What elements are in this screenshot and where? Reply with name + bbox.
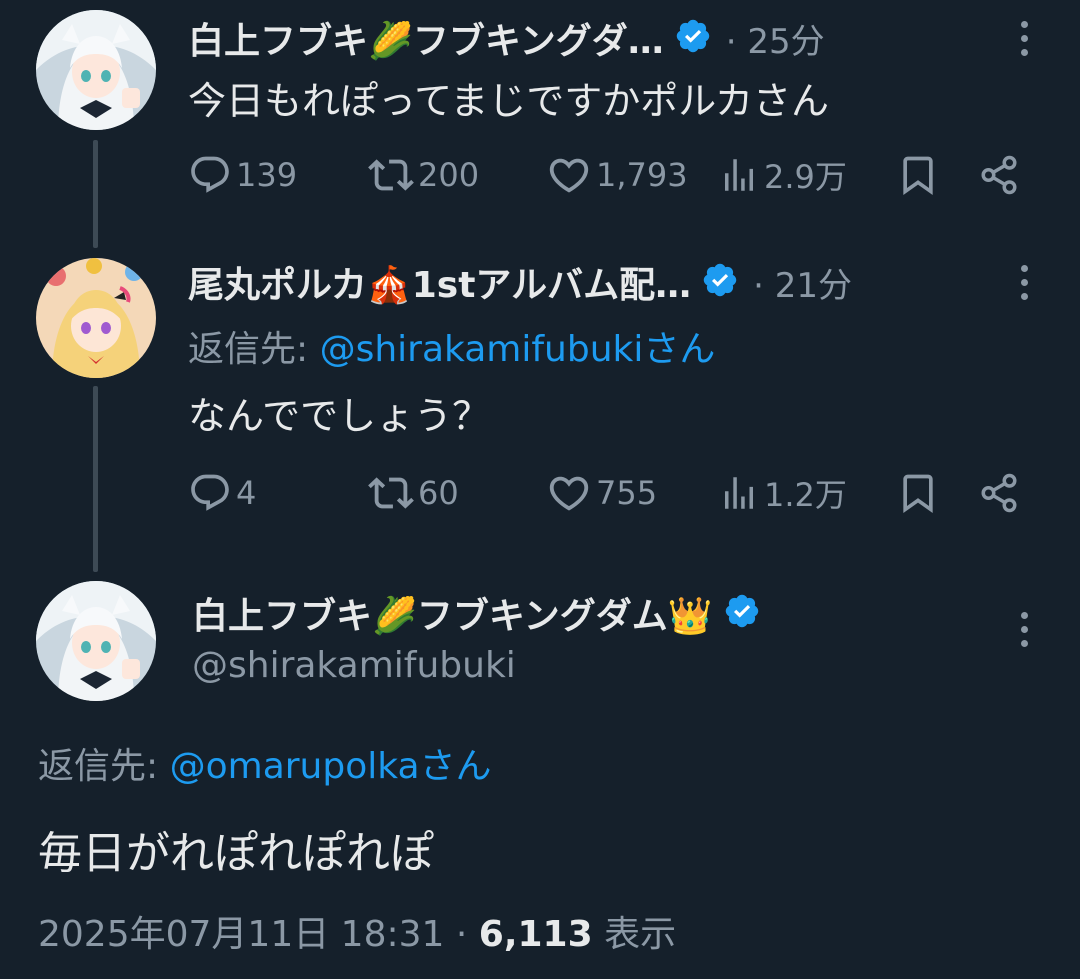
- thread-line: [93, 140, 98, 248]
- reply-count: 4: [236, 474, 257, 512]
- share-icon: [978, 472, 1020, 514]
- reply-to-label: 返信先:: [188, 329, 309, 370]
- bookmark-button[interactable]: [896, 468, 944, 518]
- retweet-count: 200: [418, 156, 480, 194]
- tweet-datetime[interactable]: 2025年07月11日 18:31: [38, 914, 444, 955]
- bookmark-button[interactable]: [896, 150, 944, 200]
- author-name[interactable]: 白上フブキ🌽フブキングダ…: [188, 12, 664, 64]
- action-bar: 4 60 755 1.2万: [188, 468, 1038, 518]
- time-value: 21分: [774, 265, 852, 306]
- like-count: 755: [596, 474, 658, 512]
- action-bar: 139 200 1,793 2.9万: [188, 150, 1038, 200]
- thread-line: [93, 386, 98, 572]
- heart-icon: [546, 152, 592, 198]
- like-count: 1,793: [596, 156, 688, 194]
- heart-icon: [546, 470, 592, 516]
- tweet-meta: 2025年07月11日 18:31 · 6,113 表示: [38, 905, 676, 957]
- reply-button[interactable]: 139: [188, 150, 297, 200]
- tweet-text: 毎日がれぽれぽれぽ: [38, 828, 434, 879]
- retweet-button[interactable]: 60: [368, 468, 459, 518]
- view-label: 表示: [604, 914, 677, 955]
- avatar[interactable]: [36, 258, 156, 378]
- views-count: 1.2万: [764, 476, 847, 514]
- views-button[interactable]: 1.2万: [718, 468, 847, 518]
- bookmark-icon: [896, 471, 940, 515]
- author-name[interactable]: 尾丸ポルカ🎪1stアルバム配…: [188, 256, 691, 308]
- share-icon: [978, 154, 1020, 196]
- reply-to-mention[interactable]: @omarupolkaさん: [170, 746, 492, 787]
- timestamp[interactable]: · 25分: [726, 14, 825, 63]
- views-count: 2.9万: [764, 158, 847, 196]
- reply-to-mention[interactable]: @shirakamifubukiさん: [320, 329, 716, 370]
- author-name[interactable]: 白上フブキ🌽フブキングダム👑: [192, 587, 713, 639]
- views-button[interactable]: 2.9万: [718, 150, 847, 200]
- separator-dot: ·: [455, 914, 479, 955]
- like-button[interactable]: 1,793: [546, 150, 688, 200]
- avatar[interactable]: [36, 581, 156, 701]
- author-row: 白上フブキ🌽フブキングダ… · 25分: [188, 14, 825, 62]
- views-icon: [718, 154, 760, 196]
- main-tweet: 白上フブキ🌽フブキングダム👑 @shirakamifubuki 返信先: @om…: [0, 575, 1080, 979]
- tweet-2[interactable]: 尾丸ポルカ🎪1stアルバム配… · 21分 返信先: @shirakamifub…: [0, 250, 1080, 575]
- reply-to: 返信先: @shirakamifubukiさん: [188, 320, 715, 372]
- reply-count: 139: [236, 156, 298, 194]
- author-row: 白上フブキ🌽フブキングダム👑: [192, 589, 761, 637]
- more-options-icon[interactable]: [1012, 258, 1036, 306]
- share-button[interactable]: [978, 468, 1024, 518]
- reply-icon: [188, 153, 232, 197]
- author-row: 尾丸ポルカ🎪1stアルバム配… · 21分: [188, 258, 852, 306]
- view-count: 6,113: [478, 914, 593, 955]
- bookmark-icon: [896, 153, 940, 197]
- reply-to: 返信先: @omarupolkaさん: [38, 737, 492, 789]
- verified-badge-icon: [701, 261, 739, 303]
- retweet-icon: [368, 470, 414, 516]
- reply-icon: [188, 471, 232, 515]
- tweet-1[interactable]: 白上フブキ🌽フブキングダ… · 25分 今日もれぽってまじですかポルカさん 13…: [0, 0, 1080, 250]
- timestamp[interactable]: · 21分: [753, 258, 852, 307]
- tweet-text: 今日もれぽってまじですかポルカさん: [188, 79, 830, 123]
- views-icon: [718, 472, 760, 514]
- more-options-icon[interactable]: [1012, 605, 1036, 653]
- retweet-icon: [368, 152, 414, 198]
- share-button[interactable]: [978, 150, 1024, 200]
- verified-badge-icon: [723, 592, 761, 634]
- avatar[interactable]: [36, 10, 156, 130]
- retweet-count: 60: [418, 474, 459, 512]
- verified-badge-icon: [674, 17, 712, 59]
- reply-to-label: 返信先:: [38, 746, 159, 787]
- time-value: 25分: [747, 21, 825, 62]
- retweet-button[interactable]: 200: [368, 150, 479, 200]
- more-options-icon[interactable]: [1012, 14, 1036, 62]
- tweet-text: なんででしょう？: [188, 394, 491, 438]
- like-button[interactable]: 755: [546, 468, 657, 518]
- reply-button[interactable]: 4: [188, 468, 256, 518]
- author-handle[interactable]: @shirakamifubuki: [192, 645, 516, 686]
